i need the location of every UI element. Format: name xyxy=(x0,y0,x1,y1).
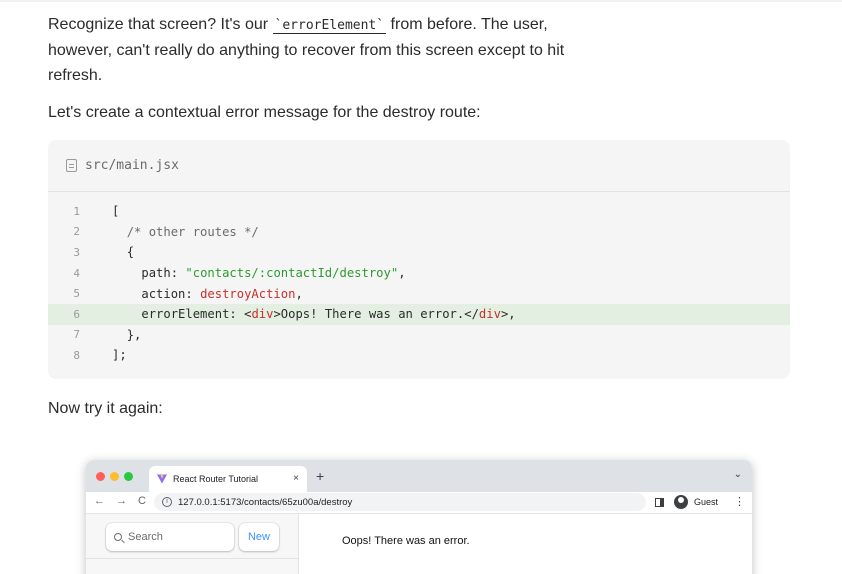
line-number: 1 xyxy=(73,204,80,218)
code-line: 2 /* other routes */ xyxy=(48,222,790,243)
search-input[interactable]: Search xyxy=(106,523,234,551)
line-number: 6 xyxy=(73,307,80,321)
back-arrow-icon[interactable]: ← xyxy=(94,495,105,507)
address-url: 127.0.0.1:5173/contacts/65zu00a/destroy xyxy=(178,496,353,508)
profile-label[interactable]: Guest xyxy=(694,497,718,507)
sidebar-divider xyxy=(86,558,299,559)
profile-avatar-icon[interactable] xyxy=(674,495,688,509)
file-icon xyxy=(66,159,77,172)
line-number: 7 xyxy=(73,328,80,342)
search-placeholder: Search xyxy=(128,531,163,543)
browser-toolbar: ← → C i 127.0.0.1:5173/contacts/65zu00a/… xyxy=(86,492,752,514)
window-zoom-dot[interactable] xyxy=(124,472,133,481)
site-info-icon[interactable]: i xyxy=(162,497,172,507)
code-line-highlighted: 6 errorElement: < div > Oops! There was an … xyxy=(48,303,790,325)
reload-icon[interactable]: C xyxy=(138,495,146,507)
forward-arrow-icon[interactable]: → xyxy=(116,495,127,507)
address-bar[interactable]: i 127.0.0.1:5173/contacts/65zu00a/destro… xyxy=(154,493,646,511)
app-sidebar: Search New xyxy=(86,514,299,574)
intro-paragraph: Recognize that screen? It's our `errorEl… xyxy=(48,16,565,84)
window-close-dot[interactable] xyxy=(96,472,105,481)
browser-screenshot: React Router Tutorial × + ⌄ ← → C i 127.… xyxy=(86,460,752,574)
tab-list-chevron-icon[interactable]: ⌄ xyxy=(734,469,742,480)
browser-tab-bar: React Router Tutorial × + ⌄ xyxy=(86,460,752,492)
tab-title: React Router Tutorial xyxy=(173,474,259,484)
code-block: src/main.jsx 1[ 2 /* other routes */ 3 {… xyxy=(48,140,790,379)
vite-logo-icon xyxy=(157,474,167,484)
paragraph-try-again: Now try it again: xyxy=(48,400,163,417)
search-icon xyxy=(114,533,122,541)
line-number: 8 xyxy=(73,348,80,362)
top-divider xyxy=(0,0,842,2)
line-number: 5 xyxy=(73,287,80,301)
browser-menu-icon[interactable]: ⋮ xyxy=(734,495,745,508)
paragraph-destroy-route: Let's create a contextual error message … xyxy=(48,104,481,121)
tab-close-icon[interactable]: × xyxy=(293,473,299,484)
code-header: src/main.jsx xyxy=(48,140,790,192)
new-contact-button[interactable]: New xyxy=(239,523,279,551)
app-page: Search New Oops! There was an error. xyxy=(86,514,752,574)
code-line: 1[ xyxy=(48,201,790,222)
browser-tab[interactable]: React Router Tutorial × xyxy=(149,466,307,492)
error-message: Oops! There was an error. xyxy=(342,535,470,547)
window-minimize-dot[interactable] xyxy=(110,472,119,481)
inline-code-error-element: `errorElement` xyxy=(272,18,387,34)
code-line: 3 { xyxy=(48,242,790,263)
line-number: 2 xyxy=(73,225,80,239)
new-tab-icon[interactable]: + xyxy=(316,468,324,484)
side-panel-icon[interactable] xyxy=(655,498,664,507)
code-line: 8]; xyxy=(48,345,790,366)
code-filename: src/main.jsx xyxy=(85,158,179,173)
line-number: 3 xyxy=(73,245,80,259)
code-line: 5 action: destroyAction, xyxy=(48,283,790,304)
code-body: 1[ 2 /* other routes */ 3 { 4 path: "con… xyxy=(48,192,790,366)
code-line: 4 path: "contacts/:contactId/destroy", xyxy=(48,263,790,284)
line-number: 4 xyxy=(73,266,80,280)
code-line: 7 }, xyxy=(48,325,790,346)
